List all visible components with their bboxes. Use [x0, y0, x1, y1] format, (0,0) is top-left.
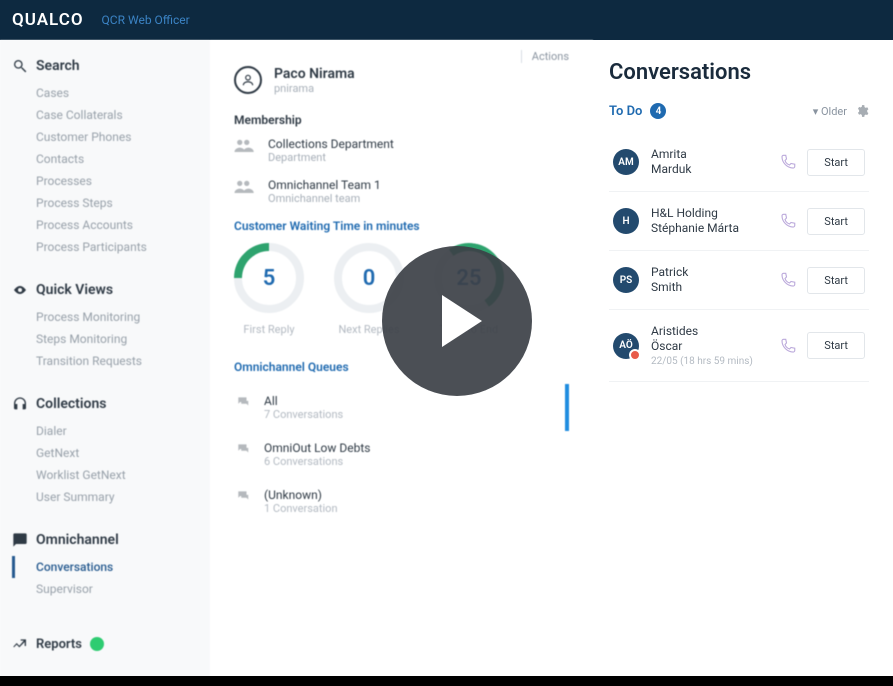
sidebar-item-processes[interactable]: Processes: [12, 170, 198, 192]
sidebar-omnichannel-heading[interactable]: Omnichannel: [12, 532, 198, 548]
gauge-first-reply: 5: [234, 243, 304, 313]
phone-icon[interactable]: [779, 271, 797, 289]
gauge-value: 5: [263, 266, 276, 291]
actions-link[interactable]: Actions: [521, 50, 569, 63]
conversation-name: H&L HoldingStéphanie Márta: [651, 206, 739, 236]
membership-item-sub: Department: [268, 151, 394, 164]
start-button[interactable]: Start: [807, 332, 865, 359]
queue-item-all[interactable]: All 7 Conversations: [234, 384, 569, 431]
start-button[interactable]: Start: [807, 267, 865, 294]
sidebar-heading-label: Quick Views: [36, 282, 113, 298]
membership-item-sub: Omnichannel team: [268, 192, 381, 205]
sidebar-search-heading[interactable]: Search: [12, 58, 198, 74]
sidebar-item-conversations[interactable]: Conversations: [12, 556, 198, 578]
sort-older[interactable]: ▾ Older: [813, 105, 847, 118]
sidebar-heading-label: Omnichannel: [36, 532, 119, 548]
waiting-time-label: Customer Waiting Time in minutes: [234, 219, 569, 233]
sidebar-heading-label: Search: [36, 58, 80, 74]
conversation-card[interactable]: AM AmritaMarduk Start: [609, 133, 869, 192]
sidebar: Search Cases Case Collaterals Customer P…: [0, 40, 210, 686]
sidebar-item-worklist-getnext[interactable]: Worklist GetNext: [12, 464, 198, 486]
conversation-card[interactable]: H H&L HoldingStéphanie Márta Start: [609, 192, 869, 251]
top-bar: QUALCO QCR Web Officer: [0, 0, 893, 40]
avatar-badge: AÖ: [613, 333, 639, 359]
gear-icon[interactable]: [855, 104, 869, 118]
chat-icon: [12, 532, 28, 548]
conversation-name: AristidesÖscar: [651, 324, 753, 354]
membership-item-title: Omnichannel Team 1: [268, 178, 381, 192]
queue-title: (Unknown): [264, 488, 338, 502]
phone-icon[interactable]: [779, 153, 797, 171]
phone-icon[interactable]: [779, 337, 797, 355]
play-button-overlay[interactable]: [382, 246, 532, 396]
todo-label: To Do: [609, 104, 642, 119]
sidebar-item-transition-requests[interactable]: Transition Requests: [12, 350, 198, 372]
chat-icon: [234, 394, 252, 413]
sidebar-item-cases[interactable]: Cases: [12, 82, 198, 104]
chat-icon: [234, 488, 252, 507]
sidebar-item-supervisor[interactable]: Supervisor: [12, 578, 198, 600]
sidebar-item-process-steps[interactable]: Process Steps: [12, 192, 198, 214]
sidebar-item-process-accounts[interactable]: Process Accounts: [12, 214, 198, 236]
people-icon: [234, 178, 256, 192]
queue-item-lowdebts[interactable]: OmniOut Low Debts 6 Conversations: [234, 431, 569, 478]
sidebar-item-process-participants[interactable]: Process Participants: [12, 236, 198, 258]
sidebar-item-process-monitoring[interactable]: Process Monitoring: [12, 306, 198, 328]
avatar-badge: PS: [613, 267, 639, 293]
sidebar-reports[interactable]: Reports: [12, 636, 198, 652]
sidebar-item-case-collaterals[interactable]: Case Collaterals: [12, 104, 198, 126]
user-name: Paco Nirama: [274, 66, 355, 82]
sidebar-item-customer-phones[interactable]: Customer Phones: [12, 126, 198, 148]
conversation-card[interactable]: PS PatrickSmith Start: [609, 251, 869, 310]
queue-title: All: [264, 394, 343, 408]
conversation-time: 22/05 (18 hrs 59 mins): [651, 356, 753, 367]
sidebar-item-steps-monitoring[interactable]: Steps Monitoring: [12, 328, 198, 350]
headset-icon: [12, 396, 28, 412]
sidebar-collections-heading[interactable]: Collections: [12, 396, 198, 412]
sidebar-item-dialer[interactable]: Dialer: [12, 420, 198, 442]
avatar-badge: H: [613, 208, 639, 234]
gauge-label: First Reply: [234, 323, 304, 336]
queue-item-unknown[interactable]: (Unknown) 1 Conversation: [234, 478, 569, 525]
sidebar-quickviews-heading[interactable]: Quick Views: [12, 282, 198, 298]
queue-title: OmniOut Low Debts: [264, 441, 371, 455]
phone-icon[interactable]: [779, 212, 797, 230]
queue-sub: 7 Conversations: [264, 408, 343, 421]
right-panel: Conversations To Do 4 ▾ Older AM AmritaMa…: [593, 40, 893, 686]
start-button[interactable]: Start: [807, 208, 865, 235]
chat-icon: [234, 441, 252, 460]
user-username: pnirama: [274, 82, 355, 95]
reports-label: Reports: [36, 637, 82, 652]
membership-item-title: Collections Department: [268, 137, 394, 151]
product-name: QCR Web Officer: [102, 13, 190, 27]
sidebar-item-contacts[interactable]: Contacts: [12, 148, 198, 170]
queue-sub: 6 Conversations: [264, 455, 371, 468]
sidebar-item-user-summary[interactable]: User Summary: [12, 486, 198, 508]
eye-icon: [12, 282, 28, 298]
queue-sub: 1 Conversation: [264, 502, 338, 515]
people-icon: [234, 137, 256, 151]
conversations-title: Conversations: [609, 60, 869, 85]
brand-logo: QUALCO: [12, 10, 84, 30]
avatar-badge: AM: [613, 149, 639, 175]
conversation-name: AmritaMarduk: [651, 147, 691, 177]
search-icon: [12, 58, 28, 74]
start-button[interactable]: Start: [807, 149, 865, 176]
sidebar-item-getnext[interactable]: GetNext: [12, 442, 198, 464]
membership-label: Membership: [234, 113, 569, 127]
conversation-card[interactable]: AÖ AristidesÖscar 22/05 (18 hrs 59 mins) St…: [609, 310, 869, 382]
chart-icon: [12, 636, 28, 652]
conversation-name: PatrickSmith: [651, 265, 688, 295]
avatar-icon: [234, 66, 262, 94]
todo-count-badge: 4: [650, 103, 666, 119]
gauge-value: 0: [363, 266, 376, 291]
sidebar-heading-label: Collections: [36, 396, 106, 412]
reports-badge: [90, 637, 104, 651]
bottom-bar: [0, 676, 893, 686]
